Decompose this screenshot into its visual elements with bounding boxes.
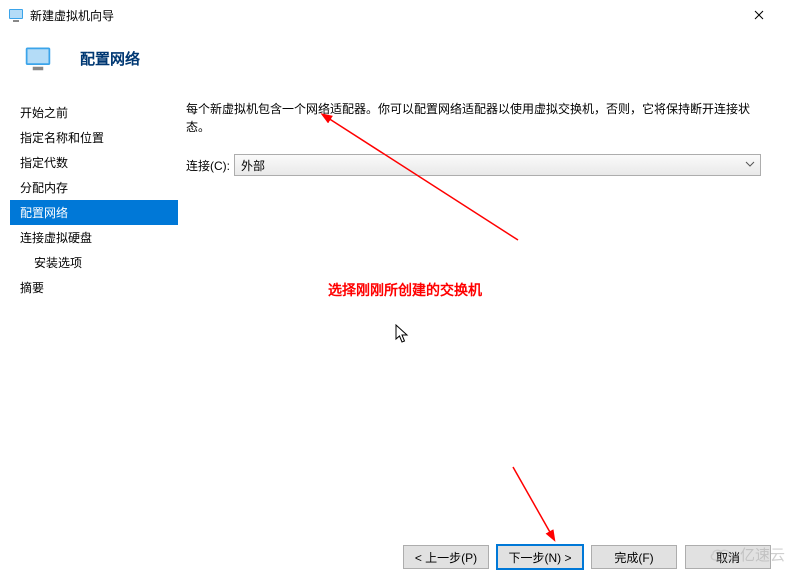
- content-area: 开始之前 指定名称和位置 指定代数 分配内存 配置网络 连接虚拟硬盘 安装选项 …: [0, 100, 787, 510]
- header-icon: [24, 44, 52, 72]
- annotation-text: 选择刚刚所创建的交换机: [328, 280, 482, 300]
- app-icon: [8, 7, 24, 23]
- connection-label: 连接(C):: [186, 157, 234, 174]
- connection-value: 外部: [241, 157, 265, 174]
- close-icon: [754, 10, 764, 20]
- description-text: 每个新虚拟机包含一个网络适配器。你可以配置网络适配器以使用虚拟交换机，否则，它将…: [186, 100, 761, 136]
- wizard-header: 配置网络: [0, 30, 787, 100]
- cancel-button[interactable]: 取消: [685, 545, 771, 569]
- nav-connect-vhd[interactable]: 连接虚拟硬盘: [10, 225, 178, 250]
- nav-configure-networking[interactable]: 配置网络: [10, 200, 178, 225]
- close-button[interactable]: [739, 1, 779, 29]
- prev-button[interactable]: < 上一步(P): [403, 545, 489, 569]
- nav-assign-memory[interactable]: 分配内存: [10, 175, 178, 200]
- connection-dropdown[interactable]: 外部: [234, 154, 761, 176]
- next-button[interactable]: 下一步(N) >: [497, 545, 583, 569]
- chevron-down-icon: [744, 158, 756, 173]
- nav-installation-options[interactable]: 安装选项: [10, 250, 178, 275]
- page-title: 配置网络: [80, 48, 140, 69]
- titlebar: 新建虚拟机向导: [0, 0, 787, 30]
- footer-buttons: < 上一步(P) 下一步(N) > 完成(F) 取消: [403, 545, 773, 569]
- nav-specify-name[interactable]: 指定名称和位置: [10, 125, 178, 150]
- finish-button[interactable]: 完成(F): [591, 545, 677, 569]
- nav-summary[interactable]: 摘要: [10, 275, 178, 300]
- main-panel: 每个新虚拟机包含一个网络适配器。你可以配置网络适配器以使用虚拟交换机，否则，它将…: [178, 100, 787, 510]
- nav-before-you-begin[interactable]: 开始之前: [10, 100, 178, 125]
- wizard-nav: 开始之前 指定名称和位置 指定代数 分配内存 配置网络 连接虚拟硬盘 安装选项 …: [10, 100, 178, 510]
- connection-row: 连接(C): 外部: [186, 154, 761, 176]
- nav-specify-generation[interactable]: 指定代数: [10, 150, 178, 175]
- window-title: 新建虚拟机向导: [30, 7, 739, 24]
